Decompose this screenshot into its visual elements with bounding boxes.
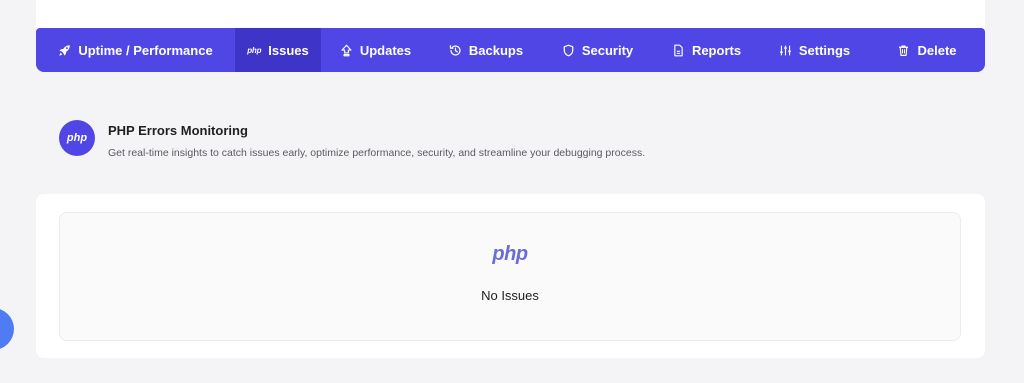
tab-label: Delete <box>917 42 957 58</box>
empty-state-message: No Issues <box>481 288 539 303</box>
tab-label: Updates <box>359 42 412 58</box>
tab-issues[interactable]: php Issues <box>235 28 321 72</box>
history-icon <box>449 44 462 57</box>
empty-state: php No Issues <box>59 212 961 341</box>
tab-label: Settings <box>798 42 851 58</box>
main-navbar: Uptime / Performance php Issues Updates … <box>36 28 985 72</box>
php-icon: php <box>247 45 262 55</box>
trash-icon <box>897 44 910 57</box>
tab-backups[interactable]: Backups <box>430 28 542 72</box>
tab-reports[interactable]: Reports <box>653 28 760 72</box>
tab-security[interactable]: Security <box>542 28 653 72</box>
page-title: PHP Errors Monitoring <box>108 123 248 138</box>
tab-label: Backups <box>468 42 524 58</box>
php-logo-icon: php <box>492 243 528 265</box>
upload-arrow-icon <box>340 44 353 57</box>
tab-settings[interactable]: Settings <box>760 28 869 72</box>
tab-label: Uptime / Performance <box>78 42 213 58</box>
document-icon <box>672 44 685 57</box>
issues-card: php No Issues <box>36 194 985 358</box>
tab-updates[interactable]: Updates <box>321 28 430 72</box>
php-icon: php <box>59 120 95 156</box>
tab-delete[interactable]: Delete <box>869 28 985 72</box>
tab-uptime-performance[interactable]: Uptime / Performance <box>36 28 235 72</box>
shield-icon <box>562 44 575 57</box>
tab-label: Issues <box>268 42 309 58</box>
tab-label: Reports <box>691 42 742 58</box>
tab-label: Security <box>581 42 634 58</box>
sliders-icon <box>779 44 792 57</box>
floating-action-button[interactable] <box>0 308 14 350</box>
section-header: php PHP Errors Monitoring Get real-time … <box>59 120 959 170</box>
rocket-icon <box>58 44 71 57</box>
page-description: Get real-time insights to catch issues e… <box>108 147 646 159</box>
